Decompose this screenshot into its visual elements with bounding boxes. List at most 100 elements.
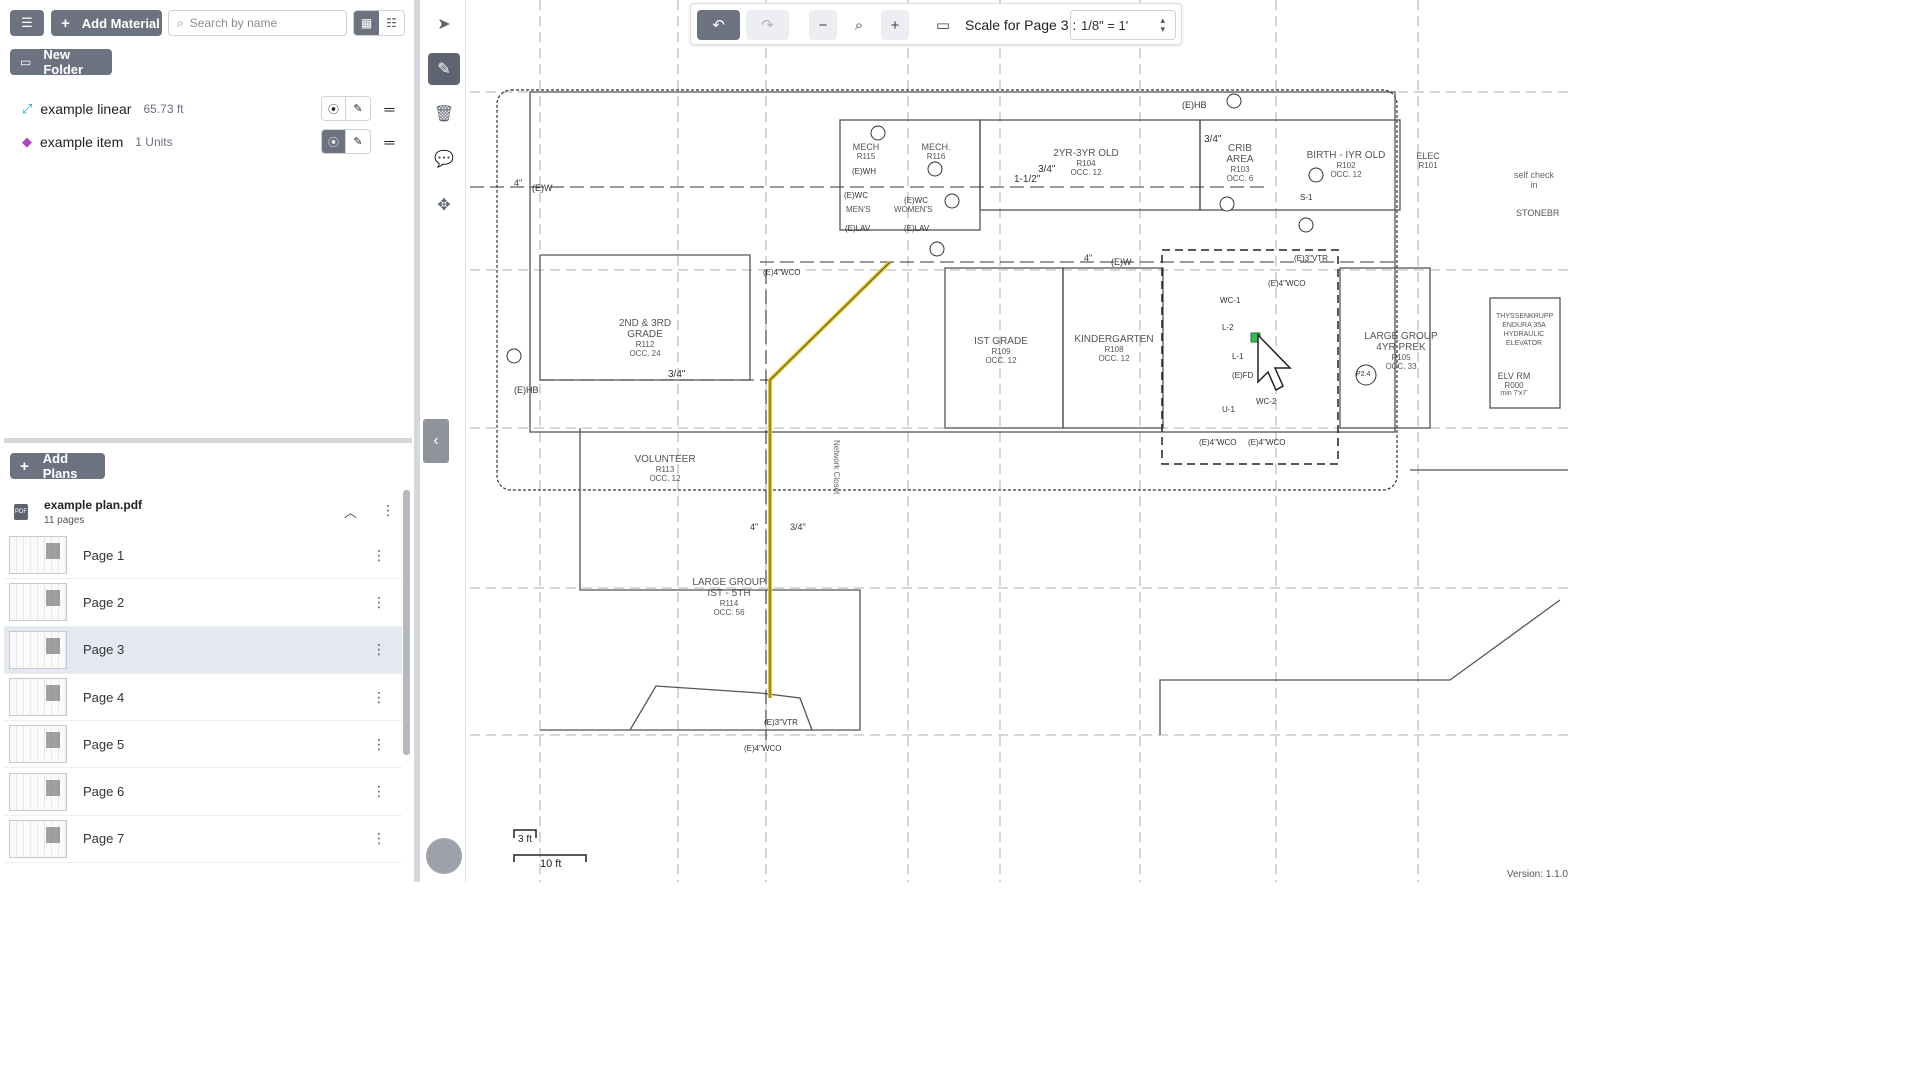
move-icon: ✥ xyxy=(437,197,451,214)
scale-value: 1/8" = 1' xyxy=(1081,17,1129,33)
material-name: example item xyxy=(40,133,124,150)
pointer-icon: ➤ xyxy=(437,16,451,33)
annotation-label: (E)3"VTR xyxy=(764,718,798,727)
zoom-in-button[interactable]: + xyxy=(881,10,909,40)
page-label: Page 1 xyxy=(83,547,125,563)
edit-icon[interactable]: ✎ xyxy=(346,96,371,121)
undo-icon: ↶ xyxy=(712,17,725,34)
zoom-out-button[interactable]: − xyxy=(809,10,837,40)
annotation-label: 4" xyxy=(1084,253,1093,263)
annotation-label: 4" xyxy=(514,178,523,188)
add-measure-icon[interactable]: ⦿ xyxy=(321,129,346,154)
more-icon[interactable]: ⋮ xyxy=(372,594,386,611)
grid-view-icon[interactable]: ▦ xyxy=(354,11,379,35)
more-icon[interactable]: ⋮ xyxy=(372,689,386,706)
page-item-5[interactable]: Page 5 ⋮ xyxy=(4,721,402,769)
new-folder-button[interactable]: ▭ New Folder xyxy=(10,47,112,77)
annotation-label: (E)W xyxy=(532,183,553,193)
room-label: IST GRADE R109 OCC. 12 xyxy=(974,336,1028,365)
more-icon[interactable]: ⋮ xyxy=(372,830,386,847)
page-thumbnail xyxy=(9,772,67,811)
undo-button[interactable]: ↶ xyxy=(697,10,740,40)
draw-tool[interactable]: ✎ xyxy=(428,53,460,85)
search-input[interactable]: ⌕ Search by name xyxy=(168,10,347,36)
annotation-label: P2.4 xyxy=(1356,371,1371,378)
page-thumbnail xyxy=(9,583,67,622)
add-measure-icon[interactable]: ⦿ xyxy=(321,96,346,121)
page-label: Page 7 xyxy=(83,831,125,847)
page-item-4[interactable]: Page 4 ⋮ xyxy=(4,674,402,722)
redo-button[interactable]: ↷ xyxy=(746,10,789,40)
scale-bar-label: 3 ft xyxy=(518,834,532,845)
annotation-label: (E)LAV xyxy=(845,224,871,233)
more-icon[interactable]: ⋮ xyxy=(372,736,386,753)
page-item-3[interactable]: Page 3 ⋮ xyxy=(4,626,402,674)
annotation-label: self check in xyxy=(1513,170,1555,190)
page-label: Page 3 xyxy=(83,642,125,658)
room-label: 2ND & 3RD GRADE R112 OCC. 24 xyxy=(618,318,672,358)
plan-file-name: example plan.pdf xyxy=(44,498,143,512)
plan-canvas[interactable]: 2ND & 3RD GRADE R112 OCC. 24 VOLUNTEER R113… xyxy=(466,0,1568,882)
add-material-label: Add Material xyxy=(81,15,160,31)
page-item-6[interactable]: Page 6 ⋮ xyxy=(4,768,402,816)
add-plans-button[interactable]: + Add Plans xyxy=(10,451,105,481)
edit-icon[interactable]: ✎ xyxy=(346,129,371,154)
page-thumbnail xyxy=(9,819,67,858)
annotation-label: (E)WH xyxy=(852,167,876,176)
more-icon[interactable]: ⋮ xyxy=(381,502,395,519)
pencil-icon: ✎ xyxy=(437,61,451,78)
plans-header: + Add Plans xyxy=(4,447,412,487)
page-thumbnail xyxy=(9,725,67,764)
annotation-label: (E)FD xyxy=(1232,371,1254,380)
chevron-up-icon[interactable]: ︿ xyxy=(344,502,357,521)
pdf-icon: PDF xyxy=(14,504,28,520)
zoom-fit-button[interactable]: ⌕ xyxy=(845,10,873,40)
plan-page-count: 11 pages xyxy=(44,515,85,526)
page-item-1[interactable]: Page 1 ⋮ xyxy=(4,532,402,580)
list-item[interactable]: ◆ example item 1 Units ⦿ ✎ ═ xyxy=(0,125,410,158)
page-thumbnail xyxy=(9,678,67,717)
avatar[interactable] xyxy=(426,838,462,874)
plus-icon: + xyxy=(20,457,29,475)
drag-handle-icon[interactable]: ═ xyxy=(377,96,402,121)
collapse-panel-button[interactable]: ‹ xyxy=(423,419,449,463)
more-icon[interactable]: ⋮ xyxy=(372,547,386,564)
add-plans-label: Add Plans xyxy=(42,451,78,481)
annotation-label: (E)HB xyxy=(514,385,539,395)
list-item[interactable]: ⤢ example linear 65.73 ft ⦿ ✎ ═ xyxy=(0,92,410,125)
page-thumbnail xyxy=(9,536,67,575)
room-label: KINDERGARTEN R108 OCC. 12 xyxy=(1074,334,1154,363)
pan-tool[interactable]: ✥ xyxy=(428,189,460,221)
room-label: ELEC R101 xyxy=(1416,151,1440,170)
scale-tool-button[interactable]: ▭ xyxy=(929,10,957,40)
scale-select[interactable]: 1/8" = 1' ▴ ▾ xyxy=(1070,10,1176,40)
annotation-label: MEN'S xyxy=(846,205,871,214)
material-actions: ⦿ ✎ ═ xyxy=(321,129,402,154)
plan-file-row[interactable]: PDF example plan.pdf 11 pages ︿ ⋮ xyxy=(4,490,404,532)
annotation-label: L-1 xyxy=(1232,352,1244,361)
menu-button[interactable]: ☰ xyxy=(10,10,44,36)
annotation-label: 3/4" xyxy=(790,522,806,532)
room-label: LARGE GROUP 4YR PREK R105 OCC. 33 xyxy=(1364,331,1438,371)
room-label: CRIB AREA R103 OCC. 6 xyxy=(1226,143,1254,183)
floor-plan-drawing xyxy=(470,0,1568,882)
add-material-button[interactable]: + Add Material xyxy=(51,10,162,36)
select-tool[interactable]: ➤ xyxy=(428,8,460,40)
annotation-label: WC-2 xyxy=(1256,397,1277,406)
drag-handle-icon[interactable]: ═ xyxy=(377,129,402,154)
annotation-label: WOMEN'S xyxy=(894,205,933,214)
annotation-label: (E)WC xyxy=(904,196,928,205)
page-item-2[interactable]: Page 2 ⋮ xyxy=(4,579,402,627)
scale-bar-label: 10 ft xyxy=(540,858,562,870)
more-icon[interactable]: ⋮ xyxy=(372,641,386,658)
delete-tool[interactable]: 🗑 xyxy=(428,98,460,130)
list-view-icon[interactable]: ☷ xyxy=(379,11,404,35)
page-list-scrollbar[interactable] xyxy=(403,490,410,755)
panel-splitter[interactable] xyxy=(4,438,412,443)
cube-icon: ◆ xyxy=(22,133,32,149)
page-item-7[interactable]: Page 7 ⋮ xyxy=(4,816,402,864)
more-icon[interactable]: ⋮ xyxy=(372,783,386,800)
comment-tool[interactable]: 💬 xyxy=(428,143,460,175)
new-folder-label: New Folder xyxy=(43,47,84,77)
annotation-label: 4" xyxy=(750,522,759,532)
